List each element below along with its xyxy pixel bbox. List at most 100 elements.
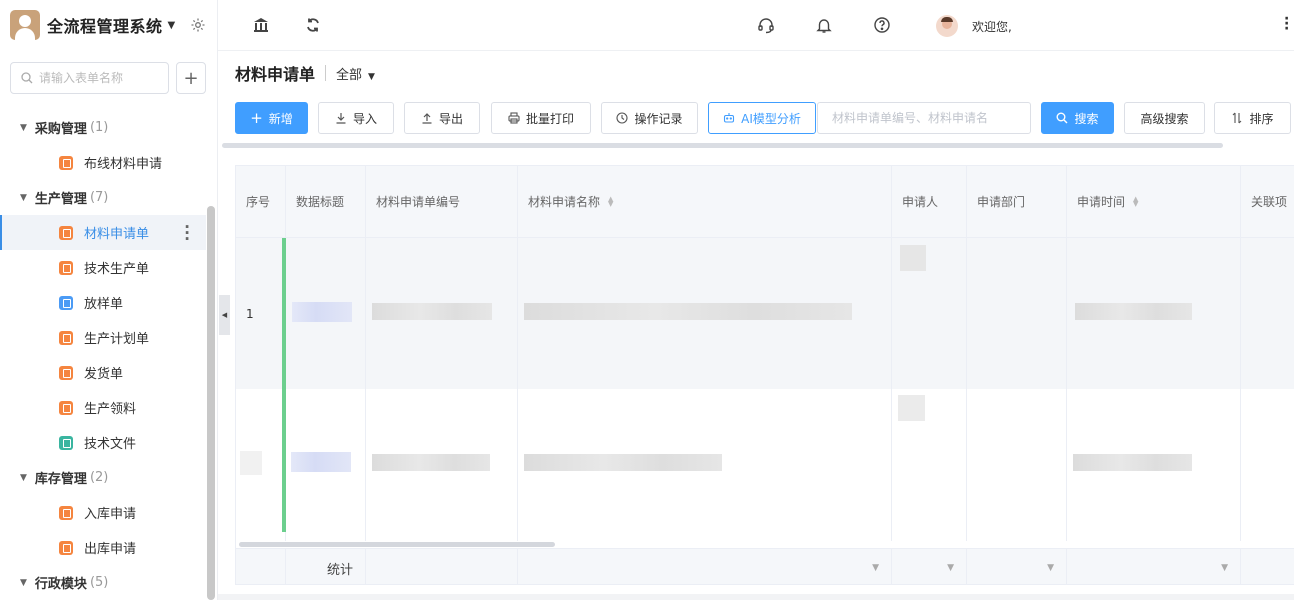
cell-applicant[interactable]	[892, 238, 967, 389]
sidebar-item[interactable]: 放样单	[0, 285, 206, 320]
col-header-code[interactable]: 材料申请单编号	[366, 166, 518, 238]
chevron-down-icon: ▼	[167, 19, 176, 31]
sidebar-item[interactable]: 技术生产单	[0, 250, 206, 285]
view-filter-label: 全部	[336, 67, 363, 83]
divider	[325, 65, 327, 81]
cell-code[interactable]	[366, 389, 518, 541]
more-vertical-icon[interactable]: · · ·	[184, 220, 190, 247]
sidebar-item[interactable]: 材料申请单 · · ·	[0, 215, 206, 250]
cell-time[interactable]	[1067, 238, 1241, 389]
cell-title[interactable]	[286, 389, 366, 541]
sidebar-item-label: 布线材料申请	[84, 157, 163, 172]
cell-related[interactable]	[1241, 238, 1294, 389]
toolbar: + 新增 导入 导出 批量打印 操作记录 AI模型分析 搜索 高级搜索 排序	[235, 102, 1294, 134]
import-button[interactable]: 导入	[318, 102, 394, 134]
sidebar-group-count: (1)	[89, 120, 109, 135]
col-header-applicant[interactable]: 申请人	[892, 166, 967, 238]
sort-caret-icon[interactable]: ▲ ▼	[1133, 195, 1138, 207]
cell-time[interactable]	[1067, 389, 1241, 541]
sidebar-item-label: 生产领料	[84, 402, 137, 417]
row-marker	[282, 238, 286, 389]
app-switcher[interactable]: 全流程管理系统 ▼	[10, 9, 175, 41]
sidebar-collapse-toggle[interactable]: ◀	[219, 295, 230, 335]
sidebar-group[interactable]: ▼ 库存管理 (2)	[0, 460, 206, 495]
sidebar-item-label: 技术文件	[84, 437, 137, 452]
sidebar-group[interactable]: ▼ 生产管理 (7)	[0, 180, 206, 215]
sidebar-scrollbar[interactable]	[207, 206, 215, 600]
col-header-title[interactable]: 数据标题	[286, 166, 366, 238]
cell-code[interactable]	[366, 238, 518, 389]
sidebar-item[interactable]: 出库申请	[0, 530, 206, 565]
form-search-input[interactable]	[39, 71, 159, 85]
sort-caret-icon[interactable]: ▲ ▼	[608, 195, 613, 207]
sidebar-item-label: 出库申请	[84, 542, 137, 557]
export-button[interactable]: 导出	[404, 102, 480, 134]
ai-analysis-button[interactable]: AI模型分析	[708, 102, 816, 134]
cell-name[interactable]	[518, 389, 892, 541]
app-title: 全流程管理系统	[47, 17, 163, 36]
cell-applicant[interactable]	[892, 389, 967, 541]
upload-icon	[422, 113, 432, 124]
refresh-icon[interactable]	[304, 16, 322, 34]
sort-icon	[1233, 112, 1242, 124]
bank-icon[interactable]	[252, 16, 270, 34]
sidebar-group[interactable]: ▼ 采购管理 (1)	[0, 110, 206, 145]
page-footer-strip	[218, 594, 1294, 600]
sidebar-group[interactable]: ▼ 行政模块 (5)	[0, 565, 206, 600]
sidebar-item-label: 材料申请单	[84, 227, 150, 242]
sidebar-item[interactable]: 入库申请	[0, 495, 206, 530]
sidebar-item[interactable]: 生产领料	[0, 390, 206, 425]
sidebar-item[interactable]: 技术文件	[0, 425, 206, 460]
table-scrollbar[interactable]	[239, 542, 555, 547]
user-menu[interactable]: 欢迎您,	[936, 15, 1012, 37]
sidebar-item[interactable]: 生产计划单	[0, 320, 206, 355]
gear-icon[interactable]	[190, 17, 206, 33]
col-header-time[interactable]: 申请时间 ▲ ▼	[1067, 166, 1241, 238]
add-form-button[interactable]: +	[176, 62, 206, 94]
search-button[interactable]: 搜索	[1041, 102, 1114, 134]
bell-icon[interactable]	[815, 16, 833, 34]
keyword-search-input[interactable]	[817, 102, 1031, 134]
row-marker	[282, 389, 286, 532]
summary-cell	[366, 549, 518, 584]
cell-department[interactable]	[967, 389, 1067, 541]
cell-related[interactable]	[1241, 389, 1294, 541]
summary-dropdown[interactable]: ▼	[1067, 549, 1241, 584]
col-header-name[interactable]: 材料申请名称 ▲ ▼	[518, 166, 892, 238]
summary-label: 统计	[286, 549, 366, 584]
sidebar-item[interactable]: 布线材料申请	[0, 145, 206, 180]
headset-icon[interactable]	[757, 16, 775, 34]
form-tree: ▼ 采购管理 (1) 布线材料申请 ▼ 生产管理 (7) 材料申请单 · · · 技术生产单 放样单 生产…	[0, 110, 206, 600]
cell-department[interactable]	[967, 238, 1067, 389]
advanced-search-button[interactable]: 高级搜索	[1124, 102, 1205, 134]
sidebar-item[interactable]: 发货单	[0, 355, 206, 390]
cell-title[interactable]	[286, 238, 366, 389]
form-search[interactable]	[10, 62, 169, 94]
col-header-department[interactable]: 申请部门	[967, 166, 1067, 238]
add-button[interactable]: + 新增	[235, 102, 308, 134]
batch-print-button[interactable]: 批量打印	[491, 102, 591, 134]
form-icon	[59, 330, 73, 345]
view-filter-dropdown[interactable]: 全部 ▼	[336, 64, 375, 83]
summary-dropdown[interactable]: ▼	[892, 549, 967, 584]
redacted-value	[524, 454, 722, 471]
col-header-related[interactable]: 关联项	[1241, 166, 1294, 238]
operation-log-button[interactable]: 操作记录	[601, 102, 698, 134]
search-icon	[1056, 112, 1068, 124]
summary-dropdown[interactable]: ▼	[967, 549, 1067, 584]
ai-analysis-label: AI模型分析	[741, 111, 801, 126]
clock-icon	[616, 112, 629, 124]
help-icon[interactable]	[873, 16, 891, 34]
chevron-down-icon: ▼	[1221, 563, 1228, 573]
sort-button-label: 排序	[1249, 111, 1274, 126]
app-logo	[10, 10, 40, 40]
more-vertical-icon[interactable]: · · ·	[1284, 12, 1289, 36]
cell-name[interactable]	[518, 238, 892, 389]
toolbar-scrollbar[interactable]	[222, 143, 1223, 148]
form-icon	[59, 540, 73, 555]
sidebar-item-label: 发货单	[84, 367, 124, 382]
form-icon	[59, 155, 73, 170]
summary-dropdown[interactable]: ▼	[518, 549, 892, 584]
sort-button[interactable]: 排序	[1214, 102, 1291, 134]
sidebar-item-label: 入库申请	[84, 507, 137, 522]
